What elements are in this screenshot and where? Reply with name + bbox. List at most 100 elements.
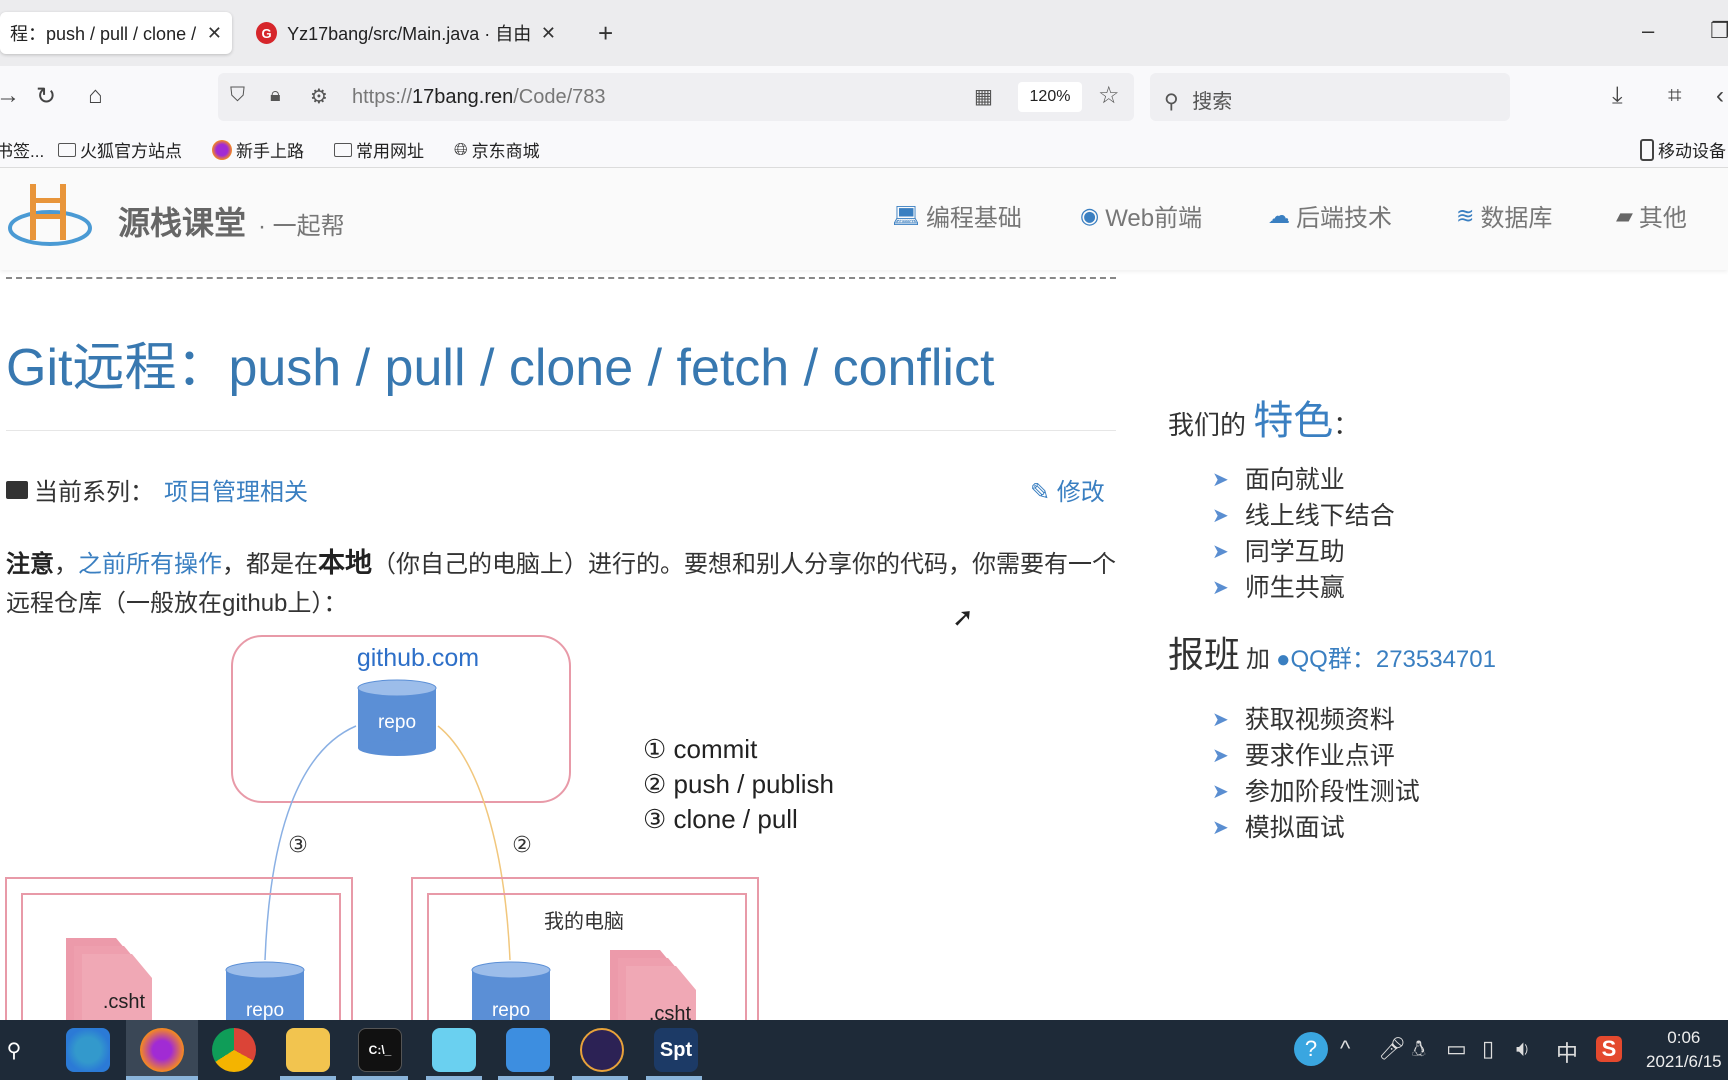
running-indicator xyxy=(352,1076,408,1080)
restore-button[interactable]: ❐ xyxy=(1710,18,1728,44)
arrow-3-label: ③ xyxy=(288,833,308,858)
chevron-right-icon: ➤ xyxy=(1212,709,1229,731)
help-icon[interactable]: ? xyxy=(1294,1032,1328,1066)
nav-backend[interactable]: ☁ 后端技术 xyxy=(1268,198,1392,233)
chrome-icon[interactable] xyxy=(212,1028,256,1072)
clock-time: 0:06 xyxy=(1667,1028,1701,1047)
tab-active[interactable]: 程：push / pull / clone / ✕ xyxy=(0,12,232,54)
qr-code-icon[interactable]: ▦ xyxy=(974,84,993,109)
my-computer-label: 我的电脑 xyxy=(544,909,624,933)
url-text[interactable]: https://17bang.ren/Code/783 xyxy=(352,86,606,109)
ime-indicator[interactable]: 中 xyxy=(1556,1036,1578,1068)
svg-text:repo: repo xyxy=(246,1000,284,1021)
chevron-up-icon[interactable]: ^ xyxy=(1340,1036,1350,1062)
brand-name[interactable]: 源栈课堂 xyxy=(118,198,246,244)
divider xyxy=(6,277,1116,279)
legend-commit: ① commit xyxy=(643,734,758,764)
running-indicator xyxy=(646,1076,702,1080)
permissions-icon[interactable]: ⚙ xyxy=(310,84,328,109)
forward-icon[interactable]: → xyxy=(0,82,20,110)
network-icon[interactable]: ▯ xyxy=(1482,1036,1494,1062)
extensions-icon[interactable]: ‹ xyxy=(1716,82,1724,110)
shield-icon[interactable]: ⛉ xyxy=(230,84,245,107)
screenshot-icon[interactable]: ⌗ xyxy=(1668,82,1682,110)
url-bar[interactable]: ⛉ 🔒︎ ⚙ https://17bang.ren/Code/783 ▦ 120… xyxy=(218,73,1134,121)
eclipse-icon[interactable] xyxy=(580,1028,624,1072)
series-info: 当前系列： 项目管理相关 xyxy=(6,472,308,507)
edge-icon[interactable] xyxy=(66,1028,110,1072)
nav-database[interactable]: ≋ 数据库 xyxy=(1456,198,1552,233)
bookmark-item[interactable]: 新手上路 xyxy=(212,137,304,162)
list-item: ➤ 面向就业 xyxy=(1212,462,1688,498)
navigation-toolbar: → ↻ ⌂ ⛉ 🔒︎ ⚙ https://17bang.ren/Code/783… xyxy=(0,66,1728,128)
benefits-list: ➤ 获取视频资料 ➤ 要求作业点评 ➤ 参加阶段性测试 ➤ 模拟面试 xyxy=(1212,702,1688,846)
running-indicator xyxy=(498,1076,554,1080)
previous-operations-link[interactable]: 之前所有操作 xyxy=(78,551,222,578)
file-stack-icon: .csht xyxy=(66,938,152,1030)
article-paragraph: 注意，之前所有操作，都是在本地（你自己的电脑上）进行的。要想和别人分享你的代码，… xyxy=(6,548,1116,617)
close-tab-icon[interactable]: ✕ xyxy=(207,23,222,44)
file-explorer-icon[interactable] xyxy=(286,1028,330,1072)
close-tab-icon[interactable]: ✕ xyxy=(541,23,556,44)
sogou-icon[interactable]: S xyxy=(1596,1036,1622,1062)
firefox-icon xyxy=(212,139,232,160)
volume-icon[interactable]: 🔉︎ xyxy=(1516,1036,1530,1062)
bookmark-item[interactable]: 🌐︎ 京东商城 xyxy=(454,137,540,162)
terminal-icon[interactable]: C:\_ xyxy=(358,1028,402,1072)
bookmark-star-icon[interactable]: ☆ xyxy=(1098,81,1120,110)
folder-icon xyxy=(334,142,352,157)
globe-icon: 🌐︎ xyxy=(454,139,468,159)
list-item: ➤ 师生共赢 xyxy=(1212,570,1688,606)
bookmark-item[interactable]: 火狐官方站点 xyxy=(58,137,182,162)
zoom-level[interactable]: 120% xyxy=(1018,82,1082,112)
nav-programming-basics[interactable]: 💻︎ 编程基础 xyxy=(892,198,1022,233)
tab-gitee[interactable]: G Yz17bang/src/Main.java · 自由 ✕ xyxy=(246,12,566,54)
firefox-icon[interactable] xyxy=(140,1028,184,1072)
qq-tray-icon[interactable]: 🐧︎ xyxy=(1412,1036,1426,1065)
microphone-icon[interactable]: 🎤︎ xyxy=(1378,1036,1406,1062)
search-placeholder: 搜索 xyxy=(1192,91,1233,113)
search-icon[interactable]: ⚲ xyxy=(0,1028,36,1072)
nav-web-frontend[interactable]: ◉ Web前端 xyxy=(1080,198,1202,233)
spt-icon[interactable]: Spt xyxy=(654,1028,698,1072)
nav-other[interactable]: ▰ 其他 xyxy=(1616,198,1687,233)
book-icon: ▰ xyxy=(1616,202,1633,228)
clone-arrow xyxy=(264,725,357,961)
list-item: ➤ 要求作业点评 xyxy=(1212,738,1688,774)
clock[interactable]: 0:06 2021/6/15 xyxy=(1646,1026,1722,1074)
lock-icon[interactable]: 🔒︎ xyxy=(270,84,281,107)
control-panel-icon[interactable] xyxy=(506,1028,550,1072)
list-item: ➤ 同学互助 xyxy=(1212,534,1688,570)
laptop-icon: 💻︎ xyxy=(892,202,920,228)
my-computer-box xyxy=(411,877,759,1030)
cloud-icon: ☁ xyxy=(1268,202,1290,228)
arrow-2-label: ② xyxy=(512,833,532,858)
ladder-logo-icon[interactable] xyxy=(6,180,94,252)
chevron-right-icon: ➤ xyxy=(1212,505,1229,527)
battery-icon[interactable]: ▭ xyxy=(1446,1036,1467,1062)
bookmarks-bar: 书签... 火狐官方站点 新手上路 常用网址 🌐︎ 京东商城 移动设备 xyxy=(0,128,1728,168)
tab-title: Yz17bang/src/Main.java · 自由 xyxy=(287,24,531,44)
bookmark-item[interactable]: 常用网址 xyxy=(334,137,424,162)
chevron-right-icon: ➤ xyxy=(1212,817,1229,839)
remote-repo-icon: repo xyxy=(357,679,437,756)
mobile-bookmarks[interactable]: 移动设备 xyxy=(1640,137,1726,162)
signup-heading: 报班加 ●QQ群：273534701 xyxy=(1168,634,1496,675)
series-link[interactable]: 项目管理相关 xyxy=(164,472,308,507)
minimize-button[interactable]: – xyxy=(1642,18,1654,44)
search-input[interactable]: ⚲ 搜索 xyxy=(1150,73,1510,121)
chevron-right-icon: ➤ xyxy=(1212,781,1229,803)
home-icon[interactable]: ⌂ xyxy=(88,82,103,110)
app-icon[interactable] xyxy=(432,1028,476,1072)
legend-push: ② push / publish xyxy=(643,769,834,799)
mouse-cursor-icon: ➚ xyxy=(952,602,974,632)
reload-icon[interactable]: ↻ xyxy=(36,82,56,111)
edit-button[interactable]: ✎ 修改 xyxy=(1030,472,1105,507)
clock-date: 2021/6/15 xyxy=(1646,1052,1722,1071)
article-title: Git远程：push / pull / clone / fetch / conf… xyxy=(6,339,995,397)
bookmark-item[interactable]: 书签... xyxy=(0,137,44,162)
download-icon[interactable]: ⤓ xyxy=(1612,82,1623,110)
qq-group-link[interactable]: ●QQ群：273534701 xyxy=(1276,639,1496,674)
features-list: ➤ 面向就业 ➤ 线上线下结合 ➤ 同学互助 ➤ 师生共赢 xyxy=(1212,462,1688,606)
new-tab-button[interactable]: + xyxy=(598,18,613,49)
